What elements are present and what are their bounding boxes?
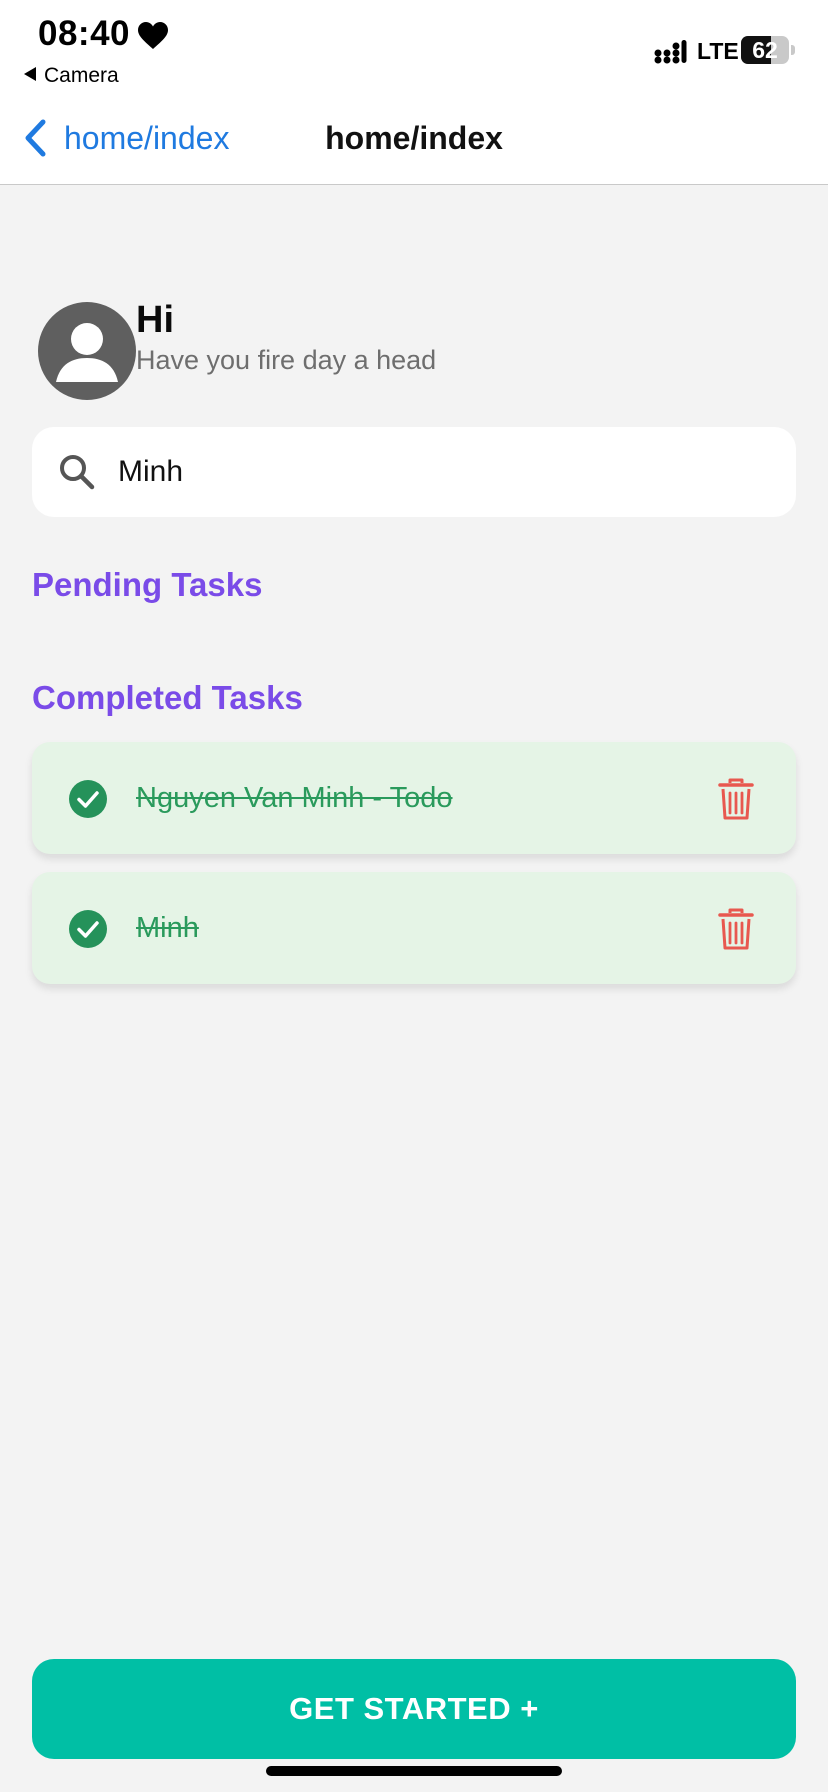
search-input[interactable] [118, 455, 718, 489]
status-time: 08:40 [38, 14, 131, 53]
heart-icon [138, 22, 168, 49]
pending-tasks-heading: Pending Tasks [32, 566, 263, 603]
page-title: home/index [325, 120, 503, 156]
back-triangle-icon [24, 67, 36, 81]
task-card[interactable]: Nguyen Van Minh - Todo [32, 742, 796, 854]
person-icon [56, 323, 118, 382]
search-icon [60, 455, 95, 490]
search-bar[interactable] [32, 427, 796, 517]
battery-percent: 62 [752, 37, 778, 63]
battery-cap [791, 45, 795, 55]
get-started-button[interactable]: GET STARTED + [32, 1659, 796, 1759]
greeting-title: Hi [136, 299, 174, 341]
trash-icon[interactable] [718, 908, 754, 950]
top-bar: 08:40 Camera LTE 62 home/index home/inde… [0, 0, 828, 185]
back-to-camera-link[interactable]: Camera [24, 64, 119, 88]
check-circle-icon[interactable] [68, 779, 108, 819]
greeting-subtitle: Have you fire day a head [136, 345, 437, 375]
signal-icon [654, 40, 687, 64]
app-screen: 08:40 Camera LTE 62 home/index home/inde… [0, 0, 828, 1792]
home-indicator[interactable] [266, 1766, 562, 1776]
completed-tasks-heading: Completed Tasks [32, 679, 303, 716]
trash-icon[interactable] [718, 778, 754, 820]
task-text: Nguyen Van Minh - Todo [136, 782, 453, 814]
network-label: LTE [697, 38, 739, 64]
back-app-label: Camera [44, 64, 119, 87]
check-circle-icon[interactable] [68, 909, 108, 949]
task-text: Minh [136, 912, 199, 944]
user-avatar-icon [38, 302, 136, 400]
battery-icon: 62 [741, 36, 789, 64]
task-card[interactable]: Minh [32, 872, 796, 984]
